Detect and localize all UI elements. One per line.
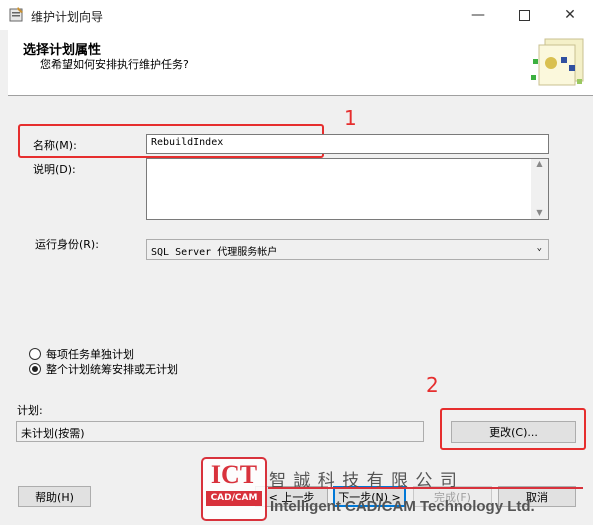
radio-option-separate[interactable]: 每项任务单独计划 [29, 346, 134, 362]
radio-option-single[interactable]: 整个计划统筹安排或无计划 [29, 361, 178, 377]
title-bar: 维护计划向导 — ✕ [0, 0, 593, 30]
radio-label: 每项任务单独计划 [46, 348, 134, 361]
radio-button[interactable] [29, 348, 41, 360]
scroll-down-icon[interactable]: ▼ [531, 208, 548, 217]
maximize-icon [518, 9, 530, 21]
name-label: 名称(M): [33, 139, 77, 152]
schedule-label: 计划: [17, 404, 43, 417]
wizard-header: 选择计划属性 您希望如何安排执行维护任务? [8, 30, 593, 96]
help-button[interactable]: 帮助(H) [18, 486, 91, 507]
maximize-button[interactable] [501, 0, 547, 30]
name-input[interactable]: RebuildIndex [146, 134, 549, 154]
window-title: 维护计划向导 [31, 10, 104, 24]
wizard-graphic-icon [531, 38, 584, 86]
company-name-en: Intelligent CAD/CAM Technology Ltd. [270, 498, 535, 515]
minimize-button[interactable]: — [455, 0, 501, 30]
watermark-divider [268, 487, 583, 489]
page-subtitle: 您希望如何安排执行维护任务? [40, 58, 189, 71]
ict-logo-text: ICT [210, 460, 258, 489]
close-button[interactable]: ✕ [547, 0, 593, 30]
description-textarea[interactable] [146, 158, 549, 220]
minimize-icon: — [471, 7, 485, 23]
run-as-value: SQL Server 代理服务帐户 [151, 247, 278, 258]
ict-logo: ICT CAD/CAM [201, 457, 267, 521]
annotation-marker-1: 1 [344, 106, 357, 130]
change-schedule-button[interactable]: 更改(C)... [451, 421, 576, 443]
schedule-value-field: 未计划(按需) [16, 421, 424, 442]
run-as-dropdown[interactable]: SQL Server 代理服务帐户 ⌄ [146, 239, 549, 260]
scroll-up-icon[interactable]: ▲ [531, 159, 548, 168]
description-label: 说明(D): [33, 163, 76, 176]
run-as-label: 运行身份(R): [35, 238, 99, 251]
close-icon: ✕ [564, 7, 576, 23]
radio-button-selected[interactable] [29, 363, 41, 375]
annotation-marker-2: 2 [426, 373, 439, 397]
description-scrollbar[interactable]: ▲ ▼ [531, 159, 548, 219]
ict-logo-subtext: CAD/CAM [206, 491, 262, 506]
chevron-down-icon: ⌄ [536, 243, 542, 253]
radio-label: 整个计划统筹安排或无计划 [46, 363, 178, 376]
wizard-app-icon [9, 7, 23, 22]
